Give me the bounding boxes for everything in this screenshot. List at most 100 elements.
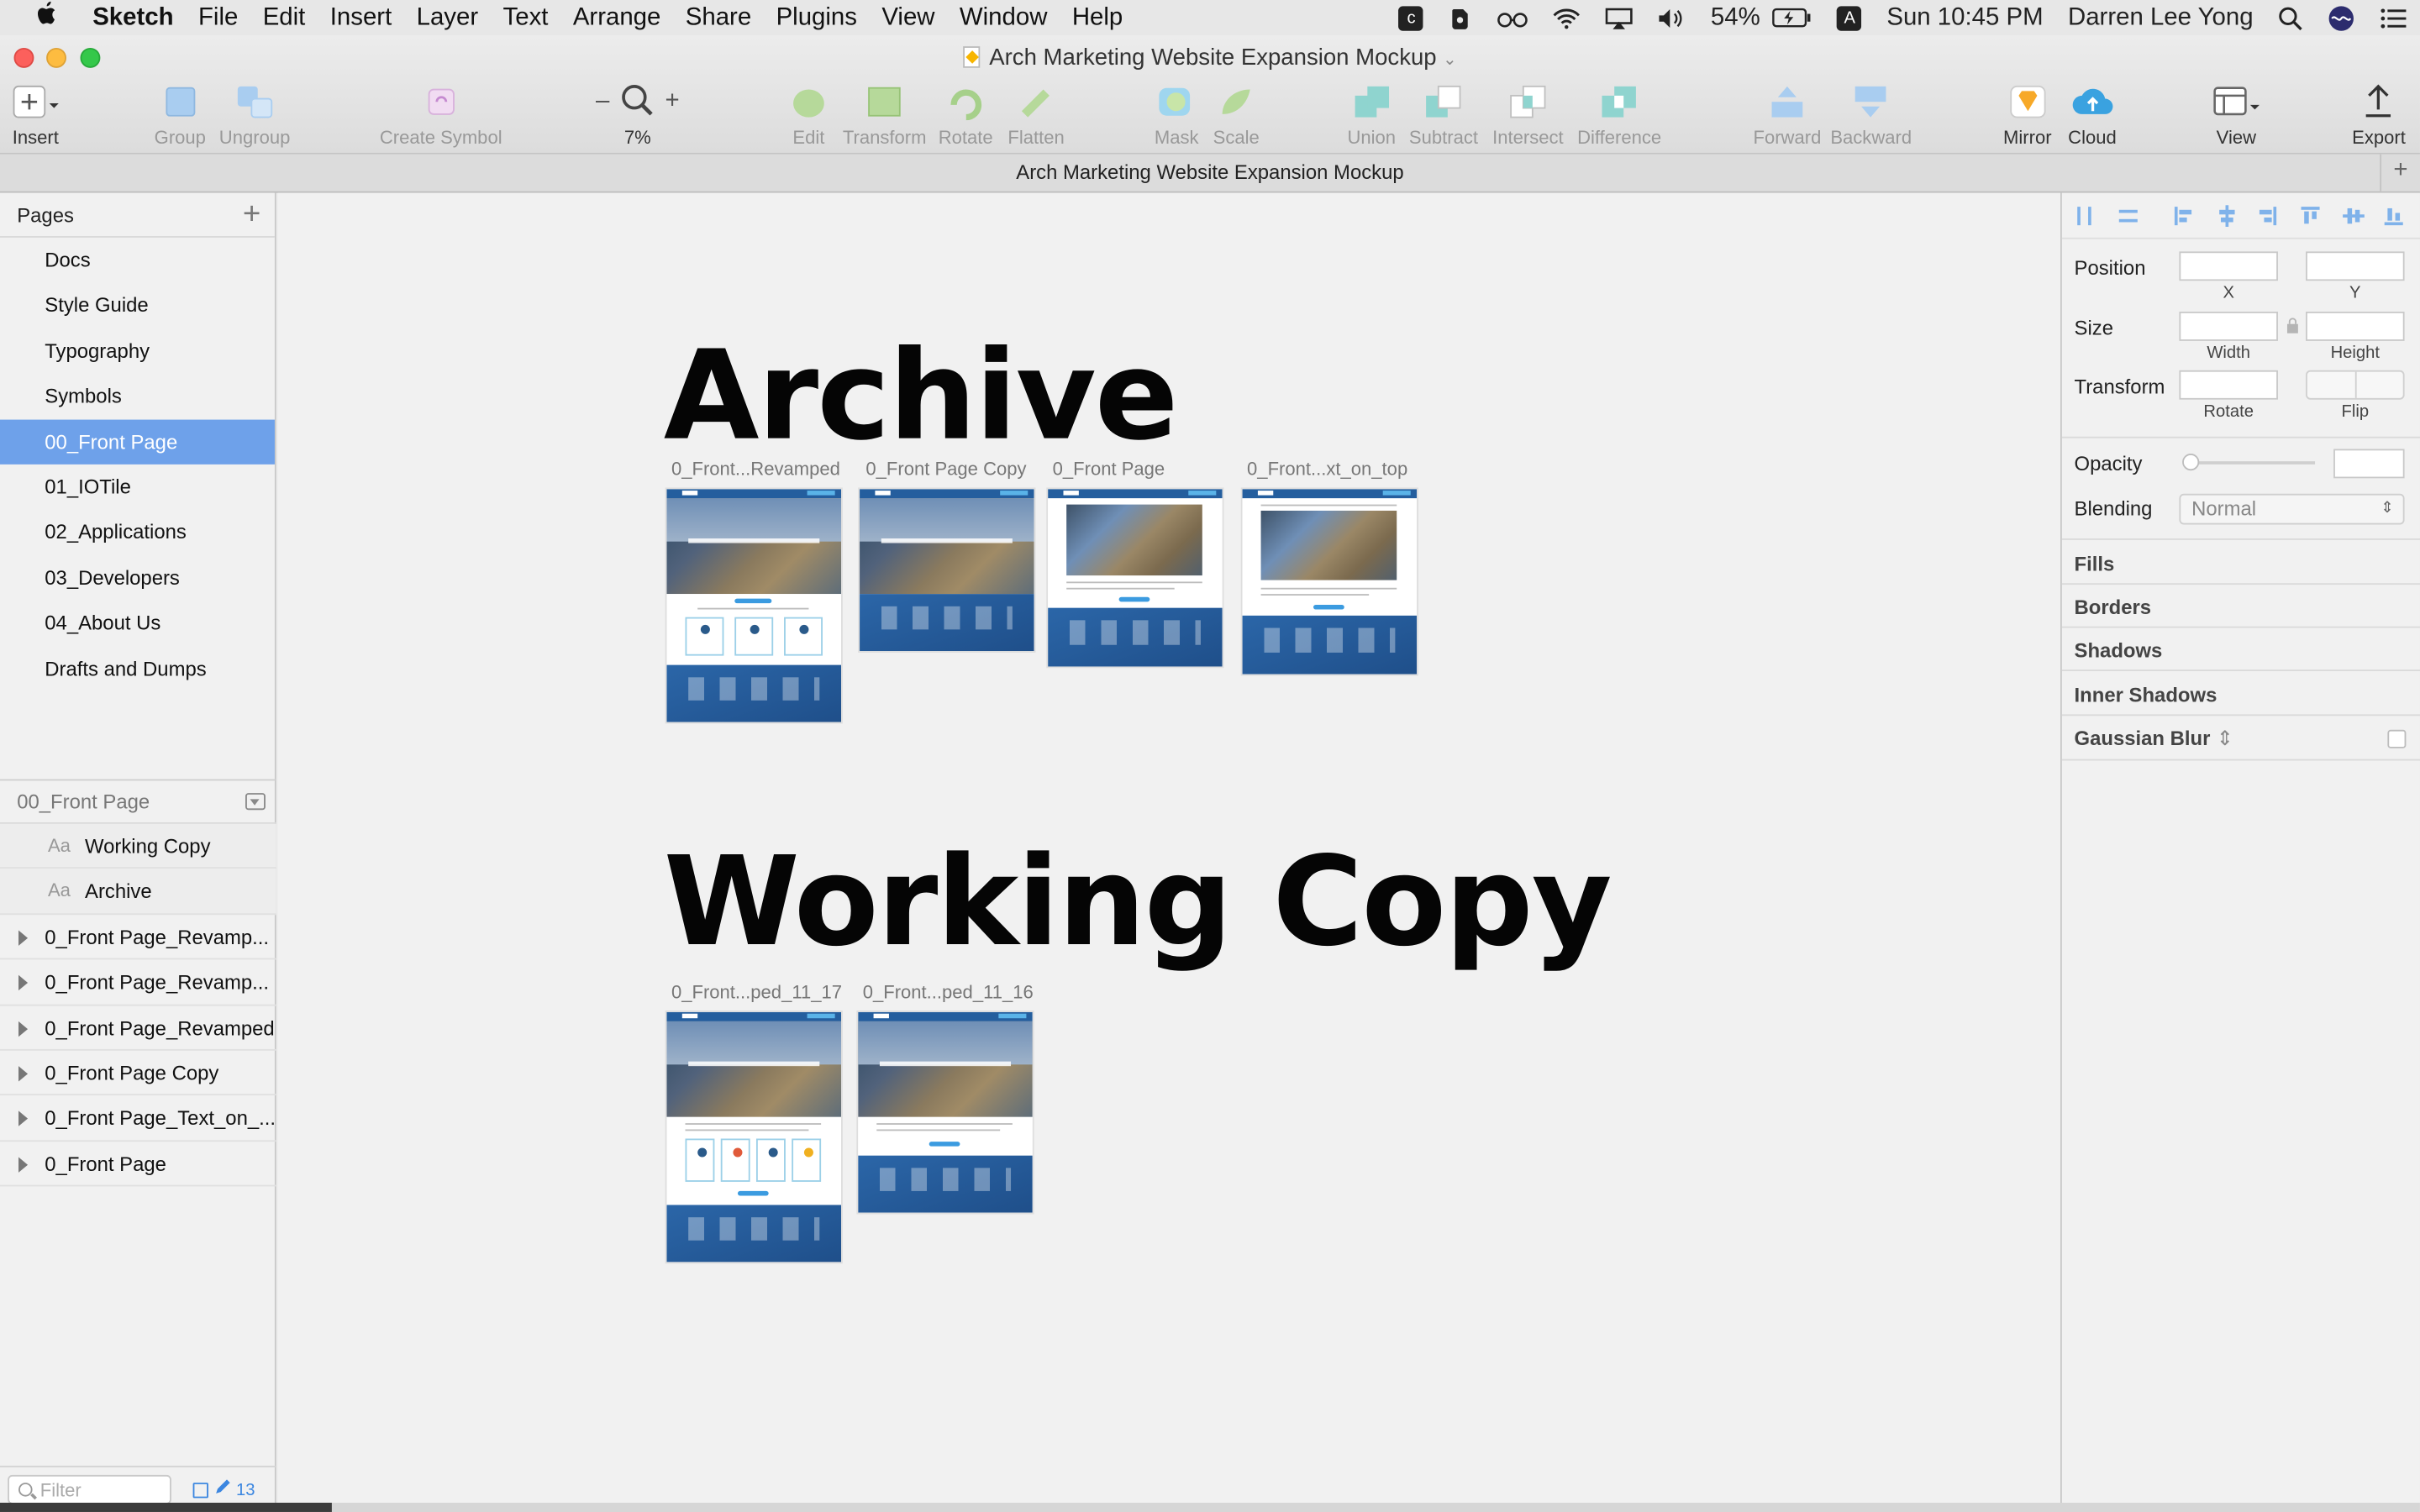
- artboard-thumbnail[interactable]: [666, 489, 842, 722]
- export-button[interactable]: Export: [2352, 79, 2406, 148]
- rotate-input[interactable]: [2179, 370, 2278, 400]
- menu-view[interactable]: View: [870, 4, 948, 32]
- align-right-icon[interactable]: [2256, 205, 2278, 227]
- zoom-out-button[interactable]: –: [596, 88, 609, 116]
- mirror-button[interactable]: Mirror: [2003, 79, 2052, 148]
- canvas[interactable]: Archive 0_Front...Revamped 0_Front Page …: [277, 192, 2060, 1512]
- scale-button[interactable]: Scale: [1213, 79, 1260, 148]
- page-item-developers[interactable]: 03_Developers: [0, 555, 275, 601]
- menu-insert[interactable]: Insert: [318, 4, 404, 32]
- gaussian-blur-section[interactable]: Gaussian Blur ⇕: [2075, 727, 2233, 751]
- lock-ratio-icon[interactable]: [2286, 317, 2300, 340]
- page-item-applications[interactable]: 02_Applications: [0, 510, 275, 555]
- volume-icon[interactable]: [1646, 7, 1698, 29]
- intersect-button[interactable]: Intersect: [1492, 79, 1564, 148]
- menu-window[interactable]: Window: [947, 4, 1060, 32]
- forward-button[interactable]: Forward: [1753, 79, 1821, 148]
- inner-shadows-section[interactable]: Inner Shadows: [2075, 684, 2217, 707]
- align-top-icon[interactable]: [2300, 205, 2322, 227]
- artboard-label[interactable]: 0_Front Page Copy: [865, 458, 1026, 480]
- layer-artboard-row[interactable]: 0_Front Page Copy: [0, 1051, 276, 1096]
- menu-edit[interactable]: Edit: [250, 4, 318, 32]
- flip-control[interactable]: [2306, 370, 2405, 400]
- mask-button[interactable]: Mask: [1155, 79, 1199, 148]
- align-left-icon[interactable]: [2173, 205, 2195, 227]
- page-item-drafts[interactable]: Drafts and Dumps: [0, 646, 275, 691]
- fills-section[interactable]: Fills: [2075, 553, 2115, 576]
- group-button[interactable]: Group: [155, 79, 206, 148]
- evernote-icon[interactable]: [1436, 5, 1486, 29]
- apple-icon[interactable]: [0, 0, 92, 35]
- new-tab-plus-icon[interactable]: +: [2380, 154, 2420, 192]
- document-tab[interactable]: Arch Marketing Website Expansion Mockup …: [0, 154, 2420, 193]
- page-item-iotile[interactable]: 01_IOTile: [0, 465, 275, 510]
- shadows-section[interactable]: Shadows: [2075, 638, 2163, 662]
- page-item-typography[interactable]: Typography: [0, 328, 275, 374]
- airplay-icon[interactable]: [1593, 7, 1645, 29]
- wifi-icon[interactable]: [1541, 7, 1593, 29]
- document-title[interactable]: Arch Marketing Website Expansion Mockup ⌄: [0, 45, 2420, 71]
- distribute-horizontal-icon[interactable]: [2075, 205, 2096, 227]
- subtract-button[interactable]: Subtract: [1409, 79, 1478, 148]
- position-x-input[interactable]: [2179, 251, 2278, 281]
- input-source-icon[interactable]: A: [1825, 5, 1875, 30]
- transform-button[interactable]: Transform: [843, 79, 926, 148]
- pencil-icon[interactable]: [213, 1478, 231, 1502]
- view-button[interactable]: View: [2213, 79, 2260, 148]
- align-bottom-icon[interactable]: [2383, 205, 2405, 227]
- align-center-horizontal-icon[interactable]: [2217, 205, 2238, 227]
- menu-plugins[interactable]: Plugins: [764, 4, 870, 32]
- artboard-label[interactable]: 0_Front...ped_11_17: [671, 981, 842, 1003]
- menu-clock[interactable]: Sun 10:45 PM: [1875, 4, 2056, 32]
- page-item-docs[interactable]: Docs: [0, 238, 275, 283]
- artboard-thumbnail[interactable]: [1242, 489, 1418, 675]
- insert-button[interactable]: Insert: [13, 79, 59, 148]
- artboard-label[interactable]: 0_Front Page: [1053, 458, 1165, 480]
- horizontal-scrollbar[interactable]: [0, 1502, 2420, 1512]
- artboard-filter-icon[interactable]: [192, 1482, 208, 1498]
- artboard-thumbnail[interactable]: [666, 1011, 842, 1263]
- layer-artboard-row[interactable]: 0_Front Page_Revamp...: [0, 960, 276, 1005]
- layer-text-working-copy[interactable]: Aa Working Copy: [0, 823, 276, 869]
- page-item-front-page[interactable]: 00_Front Page: [0, 418, 275, 465]
- create-symbol-button[interactable]: Create Symbol: [380, 79, 502, 148]
- cloud-button[interactable]: Cloud: [2068, 79, 2117, 148]
- opacity-input[interactable]: [2333, 449, 2405, 479]
- opacity-slider-knob[interactable]: [2182, 453, 2200, 471]
- layer-artboard-row[interactable]: 0_Front Page: [0, 1142, 276, 1187]
- flip-vertical-icon[interactable]: [2356, 372, 2403, 398]
- artboard-label[interactable]: 0_Front...Revamped: [671, 458, 840, 480]
- menu-app-name[interactable]: Sketch: [92, 4, 186, 32]
- disclosure-triangle-icon[interactable]: [18, 1066, 29, 1082]
- difference-button[interactable]: Difference: [1577, 79, 1661, 148]
- disclosure-triangle-icon[interactable]: [18, 1111, 29, 1127]
- height-input[interactable]: [2306, 312, 2405, 341]
- disclosure-triangle-icon[interactable]: [18, 1157, 29, 1173]
- artboard-label[interactable]: 0_Front...ped_11_16: [863, 981, 1034, 1003]
- width-input[interactable]: [2179, 312, 2278, 341]
- disclosure-triangle-icon[interactable]: [18, 1021, 29, 1037]
- menu-help[interactable]: Help: [1060, 4, 1135, 32]
- rotate-button[interactable]: Rotate: [939, 79, 993, 148]
- pages-header[interactable]: Pages +: [0, 193, 275, 238]
- layer-artboard-row[interactable]: 0_Front Page_Text_on_...: [0, 1096, 276, 1142]
- add-page-plus-icon[interactable]: +: [243, 199, 260, 230]
- artboard-thumbnail[interactable]: [858, 1011, 1033, 1213]
- borders-section[interactable]: Borders: [2075, 596, 2152, 619]
- artboard-label[interactable]: 0_Front...xt_on_top: [1247, 458, 1407, 480]
- align-middle-vertical-icon[interactable]: [2343, 205, 2365, 227]
- menu-arrange[interactable]: Arrange: [560, 4, 673, 32]
- status-app-icon[interactable]: c: [1386, 5, 1436, 30]
- notification-center-icon[interactable]: [2367, 7, 2419, 29]
- menu-file[interactable]: File: [186, 4, 250, 32]
- position-y-input[interactable]: [2306, 251, 2405, 281]
- gaussian-blur-checkbox[interactable]: [2387, 729, 2407, 748]
- battery-icon[interactable]: [1772, 8, 1824, 28]
- distribute-vertical-icon[interactable]: [2118, 205, 2139, 227]
- ungroup-button[interactable]: Ungroup: [219, 79, 290, 148]
- page-item-about-us[interactable]: 04_About Us: [0, 601, 275, 646]
- zoom-in-button[interactable]: +: [665, 88, 679, 116]
- menu-layer[interactable]: Layer: [404, 4, 491, 32]
- artboard-thumbnail[interactable]: [860, 489, 1034, 652]
- collapse-layers-icon[interactable]: [245, 793, 266, 811]
